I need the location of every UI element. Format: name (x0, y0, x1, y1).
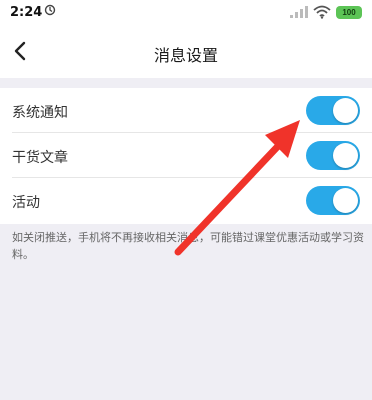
page-title: 消息设置 (153, 46, 218, 65)
settings-note: 如关闭推送，手机将不再接收相关消息，可能错过课堂优惠活动或学习资料。 (12, 231, 364, 261)
status-time: 2:24 (10, 5, 43, 20)
signal-icon (290, 6, 308, 18)
articles-toggle[interactable] (306, 141, 360, 170)
setting-label: 系统通知 (12, 105, 68, 121)
toggle-knob (333, 98, 358, 123)
screen: 2:24 100 消息设置 系统通知 干货文章 活动 如关闭推送，手机将不再接收… (0, 0, 372, 400)
battery-icon: 100 (336, 6, 362, 19)
setting-row-articles: 干货文章 (0, 133, 372, 178)
system-notification-toggle[interactable] (306, 96, 360, 125)
setting-label: 干货文章 (12, 150, 68, 166)
wifi-icon (313, 5, 331, 19)
setting-label: 活动 (12, 195, 40, 211)
settings-list: 系统通知 干货文章 活动 (0, 88, 372, 224)
activities-toggle[interactable] (306, 186, 360, 215)
battery-level: 100 (342, 8, 356, 17)
setting-row-activities: 活动 (0, 178, 372, 223)
toggle-knob (333, 188, 358, 213)
sync-icon (44, 4, 56, 16)
setting-row-system-notification: 系统通知 (0, 88, 372, 133)
toggle-knob (333, 143, 358, 168)
header: 消息设置 (0, 26, 372, 78)
status-bar: 2:24 100 (0, 0, 372, 26)
